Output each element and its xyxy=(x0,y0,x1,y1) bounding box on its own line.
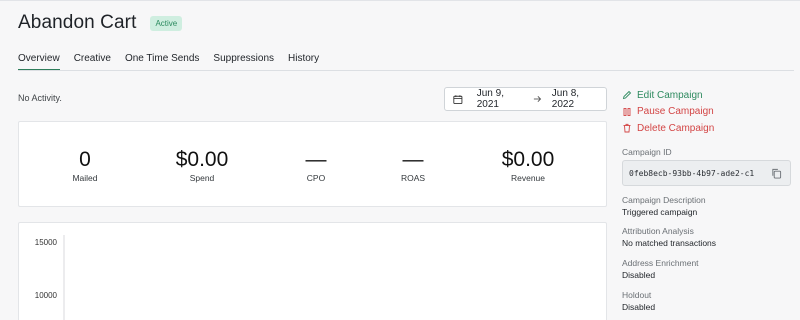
stat-value: $0.00 xyxy=(501,148,555,171)
stat-value: 0 xyxy=(79,148,91,171)
trash-icon xyxy=(623,124,631,133)
stat-roas: — ROAS xyxy=(401,148,425,183)
stat-label: ROAS xyxy=(400,173,426,183)
description-label: Campaign Description xyxy=(622,195,706,205)
stat-label: Spend xyxy=(189,173,215,183)
stat-spend: $0.00 Spend xyxy=(176,148,229,183)
pencil-icon xyxy=(622,91,632,100)
stat-value: $0.00 xyxy=(175,148,229,171)
holdout-value: Disabled xyxy=(622,302,656,312)
start-date[interactable]: Jun 9, 2021 xyxy=(477,88,523,110)
stat-cpo: — CPO xyxy=(306,148,327,183)
y-tick-label: 15000 xyxy=(35,238,58,247)
attribution-label: Attribution Analysis xyxy=(622,226,694,236)
chart-card: 15000 10000 xyxy=(18,222,607,320)
stat-label: Mailed xyxy=(72,173,98,183)
stat-mailed: 0 Mailed xyxy=(72,148,97,183)
edit-campaign-label: Edit Campaign xyxy=(637,89,703,101)
stat-revenue: $0.00 Revenue xyxy=(502,148,555,183)
top-border xyxy=(0,0,800,1)
date-range-picker[interactable]: Jun 9, 2021 Jun 8, 2022 xyxy=(444,87,607,111)
stat-value: — xyxy=(402,148,424,171)
copy-icon[interactable] xyxy=(771,168,782,179)
tab-overview[interactable]: Overview xyxy=(18,53,60,71)
tabs-divider xyxy=(18,70,794,71)
stat-label: CPO xyxy=(306,173,326,183)
end-date[interactable]: Jun 8, 2022 xyxy=(552,88,598,110)
stat-label: Revenue xyxy=(510,173,546,183)
status-badge: Active xyxy=(150,15,183,31)
tab-suppressions[interactable]: Suppressions xyxy=(213,53,274,71)
delete-campaign-label: Delete Campaign xyxy=(637,122,715,134)
holdout-label: Holdout xyxy=(622,290,652,300)
activity-chart: 15000 10000 xyxy=(35,235,65,320)
calendar-icon xyxy=(453,94,463,104)
activity-note: No Activity. xyxy=(18,93,62,103)
enrichment-label: Address Enrichment xyxy=(622,258,699,268)
campaign-id-field[interactable]: 0feb8ecb-93bb-4b97-ade2-c1 xyxy=(622,160,791,186)
edit-campaign-button[interactable]: Edit Campaign xyxy=(622,87,714,104)
page-header: Abandon Cart Active xyxy=(18,12,183,34)
description-value: Triggered campaign xyxy=(622,207,698,217)
enrichment-value: Disabled xyxy=(622,270,656,280)
attribution-value: No matched transactions xyxy=(622,238,717,248)
tab-one-time-sends[interactable]: One Time Sends xyxy=(125,53,199,71)
tab-history[interactable]: History xyxy=(288,53,319,71)
y-tick-label: 10000 xyxy=(35,291,58,300)
stats-card: 0 Mailed $0.00 Spend — CPO — ROAS $0.00 … xyxy=(18,121,607,207)
arrow-right-icon xyxy=(533,96,542,102)
delete-campaign-button[interactable]: Delete Campaign xyxy=(622,120,714,137)
campaign-id-value[interactable]: 0feb8ecb-93bb-4b97-ade2-c1 xyxy=(629,169,765,178)
pause-icon xyxy=(623,107,631,116)
campaign-id-label: Campaign ID xyxy=(622,147,672,157)
campaign-actions: Edit Campaign Pause Campaign Delete Camp… xyxy=(622,87,714,137)
tab-bar: Overview Creative One Time Sends Suppres… xyxy=(18,53,319,71)
page-title: Abandon Cart xyxy=(18,12,137,33)
stat-value: — xyxy=(305,148,327,171)
pause-campaign-label: Pause Campaign xyxy=(637,106,714,118)
tab-creative[interactable]: Creative xyxy=(74,53,111,71)
pause-campaign-button[interactable]: Pause Campaign xyxy=(622,104,714,121)
